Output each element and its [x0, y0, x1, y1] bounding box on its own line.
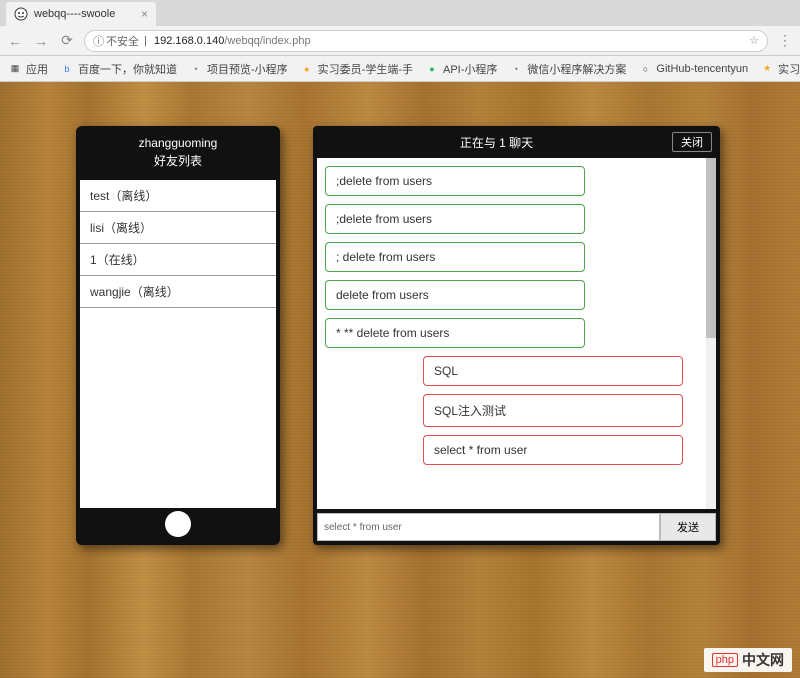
address-bar[interactable]: ⓘ 不安全 | 192.168.0.140 /webqq/index.php ☆ [84, 30, 768, 52]
page-content: zhangguoming 好友列表 test（离线）lisi（离线）1（在线）w… [0, 82, 800, 678]
tab-close-icon[interactable]: × [141, 7, 148, 21]
chat-title: 正在与 1 聊天 [321, 134, 672, 151]
url-path: /webqq/index.php [224, 35, 310, 47]
bookmark-label: 项目预览-小程序 [207, 61, 288, 77]
browser-tab[interactable]: webqq----swoole × [6, 2, 156, 26]
chat-header: 正在与 1 聊天 关闭 [313, 126, 720, 158]
bookmarks-bar: ▦ 应用 b 百度一下，你就知道 • 项目预览-小程序 ● 实习委员-学生端-手 ● API-… [0, 56, 800, 82]
friend-list-title: 好友列表 [76, 152, 280, 170]
bookmark-favicon-icon: • [509, 62, 523, 76]
bookmark-item[interactable]: ● API-小程序 [425, 61, 497, 77]
bookmark-item[interactable]: • 项目预览-小程序 [189, 61, 288, 77]
friend-item[interactable]: 1（在线） [80, 244, 276, 276]
insecure-badge: ⓘ 不安全 | [93, 33, 150, 49]
bookmark-label: 实习委员-学生端-手 [318, 61, 413, 77]
message-outgoing: select * from user [423, 435, 683, 465]
send-button[interactable]: 发送 [660, 513, 716, 541]
message-incoming: * ** delete from users [325, 318, 585, 348]
bookmark-item[interactable]: ○ GitHub-tencentyun [638, 62, 748, 76]
chat-input-row: 发送 [317, 513, 716, 541]
bookmark-favicon-icon: b [60, 62, 74, 76]
scrollbar-thumb[interactable] [706, 158, 716, 338]
bookmark-label: GitHub-tencentyun [656, 63, 748, 75]
message-outgoing: SQL注入测试 [423, 394, 683, 427]
bookmark-item[interactable]: b 百度一下，你就知道 [60, 61, 177, 77]
bookmark-favicon-icon: ○ [638, 62, 652, 76]
bookmark-label: 实习生-实习生-最新 [778, 61, 800, 77]
message-outgoing: SQL [423, 356, 683, 386]
friend-list: test（离线）lisi（离线）1（在线）wangjie（离线） [80, 180, 276, 508]
friend-item[interactable]: test（离线） [80, 180, 276, 212]
bookmark-favicon-icon: • [189, 62, 203, 76]
bookmark-item[interactable]: • 微信小程序解决方案 [509, 61, 626, 77]
bookmark-label: 微信小程序解决方案 [527, 61, 626, 77]
bookmark-favicon-icon: ● [300, 62, 314, 76]
message-incoming: ;delete from users [325, 166, 585, 196]
insecure-label: 不安全 [106, 33, 139, 49]
bookmark-star-icon[interactable]: ☆ [749, 34, 759, 47]
watermark-prefix: php [712, 653, 738, 667]
watermark-text: 中文网 [742, 650, 784, 670]
watermark: php 中文网 [704, 648, 792, 672]
close-button[interactable]: 关闭 [672, 132, 712, 152]
chat-messages[interactable]: ;delete from users ;delete from users ; de… [317, 158, 716, 509]
message-incoming: ;delete from users [325, 204, 585, 234]
apps-label: 应用 [26, 61, 48, 77]
info-icon: ⓘ [93, 33, 104, 49]
friend-item[interactable]: lisi（离线） [80, 212, 276, 244]
menu-icon[interactable]: ⋮ [776, 32, 794, 49]
message-input[interactable] [317, 513, 660, 541]
apps-button[interactable]: ▦ 应用 [8, 61, 48, 77]
current-user: zhangguoming [76, 134, 280, 152]
tab-title: webqq----swoole [34, 8, 115, 20]
bookmark-item[interactable]: ● 实习委员-学生端-手 [300, 61, 413, 77]
bookmark-label: API-小程序 [443, 61, 497, 77]
forward-button[interactable]: → [32, 33, 50, 49]
browser-toolbar: ← → ⟳ ⓘ 不安全 | 192.168.0.140 /webqq/index… [0, 26, 800, 56]
tab-favicon-icon [14, 7, 28, 21]
reload-button[interactable]: ⟳ [58, 32, 76, 49]
bookmark-favicon-icon: ● [425, 62, 439, 76]
url-host: 192.168.0.140 [154, 35, 224, 47]
friend-item[interactable]: wangjie（离线） [80, 276, 276, 308]
friend-list-header: zhangguoming 好友列表 [76, 126, 280, 180]
back-button[interactable]: ← [6, 33, 24, 49]
bookmark-item[interactable]: ★ 实习生-实习生-最新 [760, 61, 800, 77]
browser-tab-bar: webqq----swoole × [0, 0, 800, 26]
bookmark-favicon-icon: ★ [760, 62, 774, 76]
message-incoming: ; delete from users [325, 242, 585, 272]
bookmark-label: 百度一下，你就知道 [78, 61, 177, 77]
friend-list-panel: zhangguoming 好友列表 test（离线）lisi（离线）1（在线）w… [76, 126, 280, 545]
chat-window: 正在与 1 聊天 关闭 ;delete from users;delete fr… [313, 126, 720, 545]
apps-icon: ▦ [8, 62, 22, 76]
home-button-icon[interactable] [165, 511, 191, 537]
message-incoming: delete from users [325, 280, 585, 310]
